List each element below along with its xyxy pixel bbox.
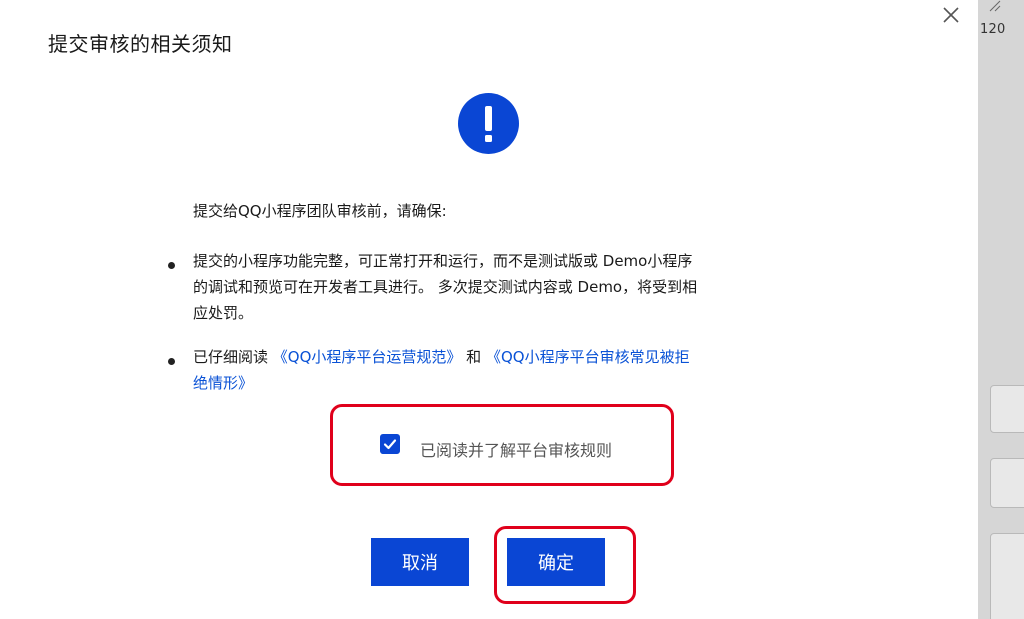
background-counter: 120 <box>980 22 1006 37</box>
confirm-button[interactable]: 确定 <box>507 538 605 586</box>
cancel-button[interactable]: 取消 <box>371 538 469 586</box>
read-prefix-text: 已仔细阅读 <box>193 348 273 366</box>
intro-text: 提交给QQ小程序团队审核前，请确保: <box>193 202 447 220</box>
close-icon[interactable] <box>940 4 962 26</box>
dialog-title: 提交审核的相关须知 <box>48 32 233 56</box>
requirement-item-2: 已仔细阅读 《QQ小程序平台运营规范》 和 《QQ小程序平台审核常见被拒 绝情形… <box>193 344 783 396</box>
agree-checkbox[interactable] <box>380 434 400 454</box>
background-textarea <box>990 533 1024 619</box>
bullet-dot <box>168 358 175 365</box>
and-text: 和 <box>461 348 486 366</box>
bullet-dot <box>168 262 175 269</box>
requirement-line: 应处罚。 <box>193 304 254 322</box>
resize-handle-icon <box>989 0 1001 12</box>
agree-label[interactable]: 已阅读并了解平台审核规则 <box>420 437 612 461</box>
requirement-line: 的调试和预览可在开发者工具进行。 多次提交测试内容或 Demo，将受到相 <box>193 278 698 296</box>
submit-review-dialog: 提交审核的相关须知 提交给QQ小程序团队审核前，请确保: 提交的小程序功能完整，… <box>0 0 978 619</box>
exclamation-icon <box>458 93 519 154</box>
background-input <box>990 458 1024 508</box>
operation-rules-link[interactable]: 《QQ小程序平台运营规范》 <box>273 348 462 366</box>
background-input <box>990 385 1024 433</box>
requirement-line: 提交的小程序功能完整，可正常打开和运行，而不是测试版或 Demo小程序 <box>193 252 693 270</box>
rejection-cases-link-cont[interactable]: 绝情形》 <box>193 374 253 392</box>
requirement-item-1: 提交的小程序功能完整，可正常打开和运行，而不是测试版或 Demo小程序 的调试和… <box>193 248 783 326</box>
rejection-cases-link[interactable]: 《QQ小程序平台审核常见被拒 <box>486 348 690 366</box>
background-page <box>978 0 1024 619</box>
check-icon <box>383 439 397 450</box>
